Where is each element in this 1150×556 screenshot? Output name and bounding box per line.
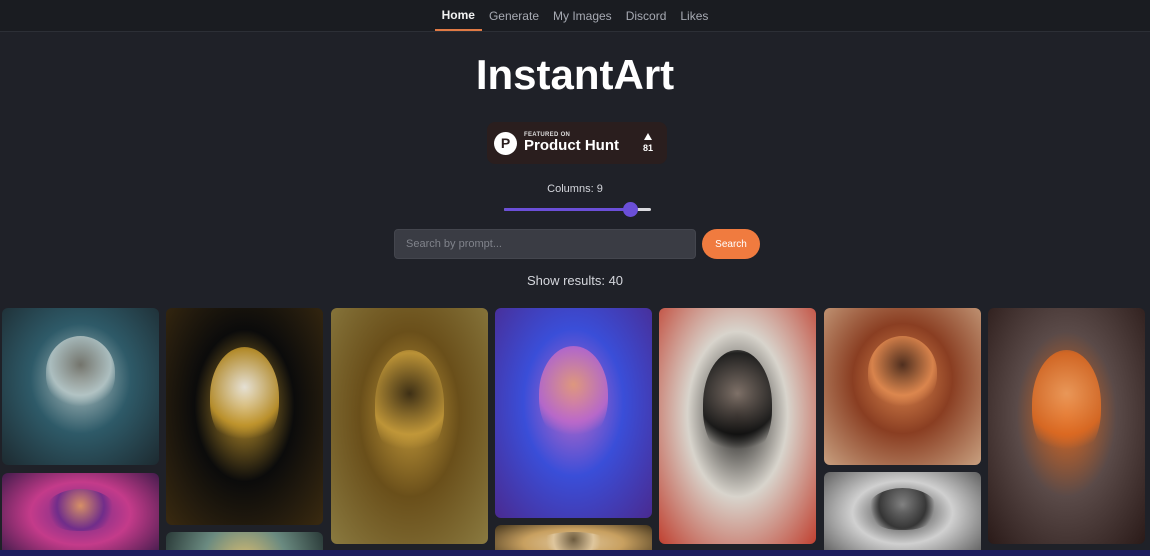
nav-generate[interactable]: Generate [482, 0, 546, 31]
bottom-edge [0, 550, 1150, 556]
image-subject [702, 350, 773, 460]
gallery-image[interactable] [2, 473, 159, 556]
product-hunt-text: FEATURED ON Product Hunt [524, 132, 619, 154]
gallery-image[interactable] [2, 308, 159, 465]
image-subject [867, 488, 938, 530]
gallery-image[interactable] [659, 308, 816, 544]
product-hunt-votes: 81 [643, 133, 653, 153]
image-subject [209, 347, 280, 447]
search-button[interactable]: Search [702, 229, 760, 259]
show-results-label: Show results: 40 [526, 273, 624, 288]
columns-slider[interactable] [504, 202, 651, 218]
image-subject [1031, 350, 1102, 460]
nav-my-images[interactable]: My Images [546, 0, 619, 31]
gallery-image[interactable] [166, 308, 323, 525]
image-subject [538, 532, 609, 551]
gallery-image[interactable] [495, 308, 652, 518]
image-subject [374, 350, 445, 460]
gallery-image[interactable] [331, 308, 488, 544]
nav-discord[interactable]: Discord [619, 0, 674, 31]
image-subject [538, 345, 609, 443]
product-hunt-badge[interactable]: P FEATURED ON Product Hunt 81 [487, 122, 667, 164]
vote-count: 81 [642, 143, 653, 153]
slider-fill [504, 208, 631, 211]
nav-likes[interactable]: Likes [673, 0, 715, 31]
product-hunt-name: Product Hunt [524, 137, 619, 154]
page-title: InstantArt [475, 51, 675, 98]
image-gallery [0, 308, 1150, 556]
upvote-arrow-icon [643, 133, 652, 140]
search-input[interactable] [394, 229, 696, 259]
image-subject [45, 489, 116, 531]
product-hunt-logo-icon: P [494, 131, 517, 155]
nav-home[interactable]: Home [434, 0, 482, 31]
columns-label: Columns: 9 [547, 183, 603, 195]
gallery-image[interactable] [824, 472, 981, 556]
gallery-image[interactable] [988, 308, 1145, 544]
image-subject [45, 336, 116, 409]
slider-thumb[interactable] [623, 202, 639, 217]
image-subject [867, 336, 938, 409]
gallery-image[interactable] [824, 308, 981, 465]
top-nav: Home Generate My Images Discord Likes [0, 0, 1150, 32]
